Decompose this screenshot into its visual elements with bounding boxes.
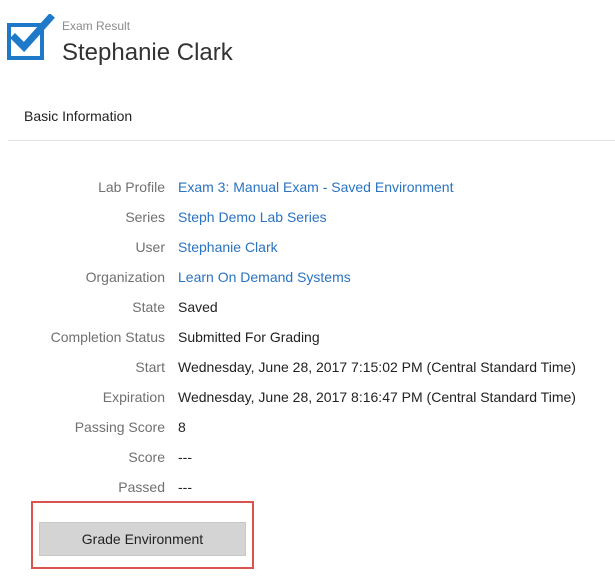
detail-label: State (132, 299, 165, 315)
detail-row-state: State Saved (0, 292, 615, 322)
detail-label: Completion Status (50, 329, 165, 345)
detail-label: Score (128, 449, 165, 465)
detail-label: Passing Score (74, 419, 165, 435)
detail-label: Organization (85, 269, 165, 285)
section-divider (8, 140, 615, 141)
detail-row-lab-profile: Lab Profile Exam 3: Manual Exam - Saved … (0, 172, 615, 202)
section-heading-basic-information: Basic Information (24, 108, 133, 124)
detail-row-score: Score --- (0, 442, 615, 472)
lab-profile-link[interactable]: Exam 3: Manual Exam - Saved Environment (178, 172, 453, 202)
detail-label: Start (135, 359, 165, 375)
start-value: Wednesday, June 28, 2017 7:15:02 PM (Cen… (178, 359, 576, 375)
detail-row-series: Series Steph Demo Lab Series (0, 202, 615, 232)
grade-environment-button[interactable]: Grade Environment (39, 522, 246, 556)
state-value: Saved (178, 299, 218, 315)
page-subtitle: Exam Result (62, 19, 131, 33)
checkbox-checked-icon (7, 14, 55, 60)
detail-label: User (135, 239, 165, 255)
passing-score-value: 8 (178, 419, 186, 435)
detail-row-user: User Stephanie Clark (0, 232, 615, 262)
detail-label: Series (125, 209, 165, 225)
detail-row-organization: Organization Learn On Demand Systems (0, 262, 615, 292)
page-header: Exam Result Stephanie Clark (0, 0, 615, 80)
details-list: Lab Profile Exam 3: Manual Exam - Saved … (0, 172, 615, 502)
detail-label: Passed (118, 479, 165, 495)
detail-row-passed: Passed --- (0, 472, 615, 502)
detail-label: Lab Profile (98, 179, 165, 195)
detail-row-expiration: Expiration Wednesday, June 28, 2017 8:16… (0, 382, 615, 412)
user-link[interactable]: Stephanie Clark (178, 232, 278, 262)
series-link[interactable]: Steph Demo Lab Series (178, 202, 327, 232)
detail-row-passing-score: Passing Score 8 (0, 412, 615, 442)
detail-row-start: Start Wednesday, June 28, 2017 7:15:02 P… (0, 352, 615, 382)
detail-label: Expiration (102, 389, 165, 405)
passed-value: --- (178, 479, 192, 495)
detail-row-completion-status: Completion Status Submitted For Grading (0, 322, 615, 352)
page-title: Stephanie Clark (62, 39, 233, 66)
expiration-value: Wednesday, June 28, 2017 8:16:47 PM (Cen… (178, 389, 576, 405)
score-value: --- (178, 449, 192, 465)
organization-link[interactable]: Learn On Demand Systems (178, 262, 351, 292)
completion-status-value: Submitted For Grading (178, 329, 320, 345)
